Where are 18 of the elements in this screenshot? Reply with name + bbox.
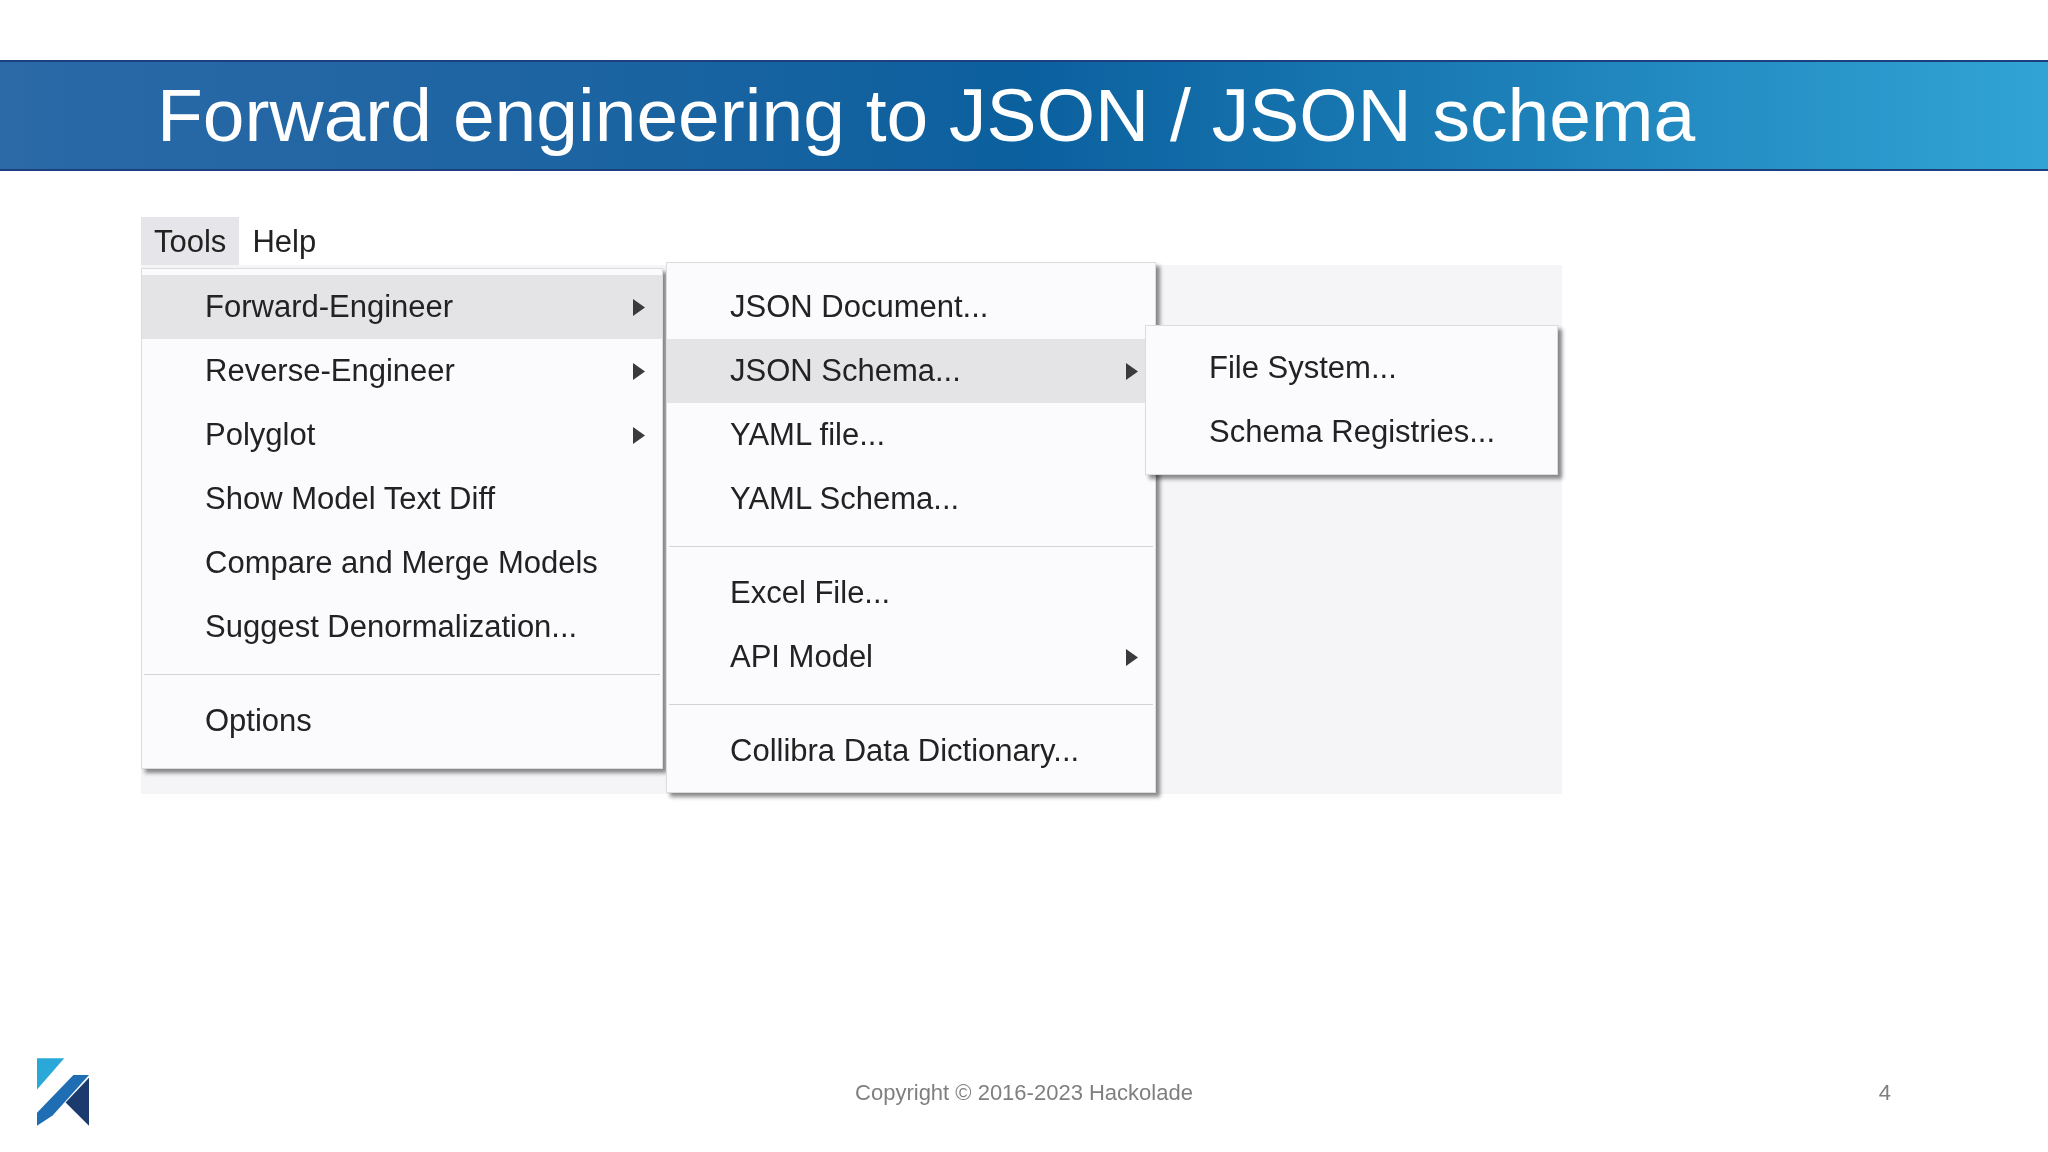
menu-item[interactable]: YAML Schema... [667,467,1155,531]
menu-item[interactable]: Suggest Denormalization... [142,595,662,659]
menubar-item[interactable]: Help [239,217,330,265]
menu-item[interactable]: Reverse-Engineer [142,339,662,403]
menu-item[interactable]: Excel File... [667,561,1155,625]
menu-item[interactable]: Forward-Engineer [142,275,662,339]
menu-item[interactable]: API Model [667,625,1155,689]
menu-item[interactable]: Polyglot [142,403,662,467]
menu-item[interactable]: Show Model Text Diff [142,467,662,531]
page-number: 4 [1878,1078,1891,1107]
menu-item[interactable]: Schema Registries... [1146,400,1557,464]
copyright-text: Copyright © 2016-2023 Hackolade [855,1078,1193,1107]
menu-item[interactable]: JSON Document... [667,275,1155,339]
menu-item[interactable]: Collibra Data Dictionary... [667,719,1155,783]
menu-item[interactable]: Compare and Merge Models [142,531,662,595]
logo-icon [37,1058,89,1126]
menubar-item[interactable]: Tools [141,217,240,265]
menu-item[interactable]: Options [142,689,662,753]
